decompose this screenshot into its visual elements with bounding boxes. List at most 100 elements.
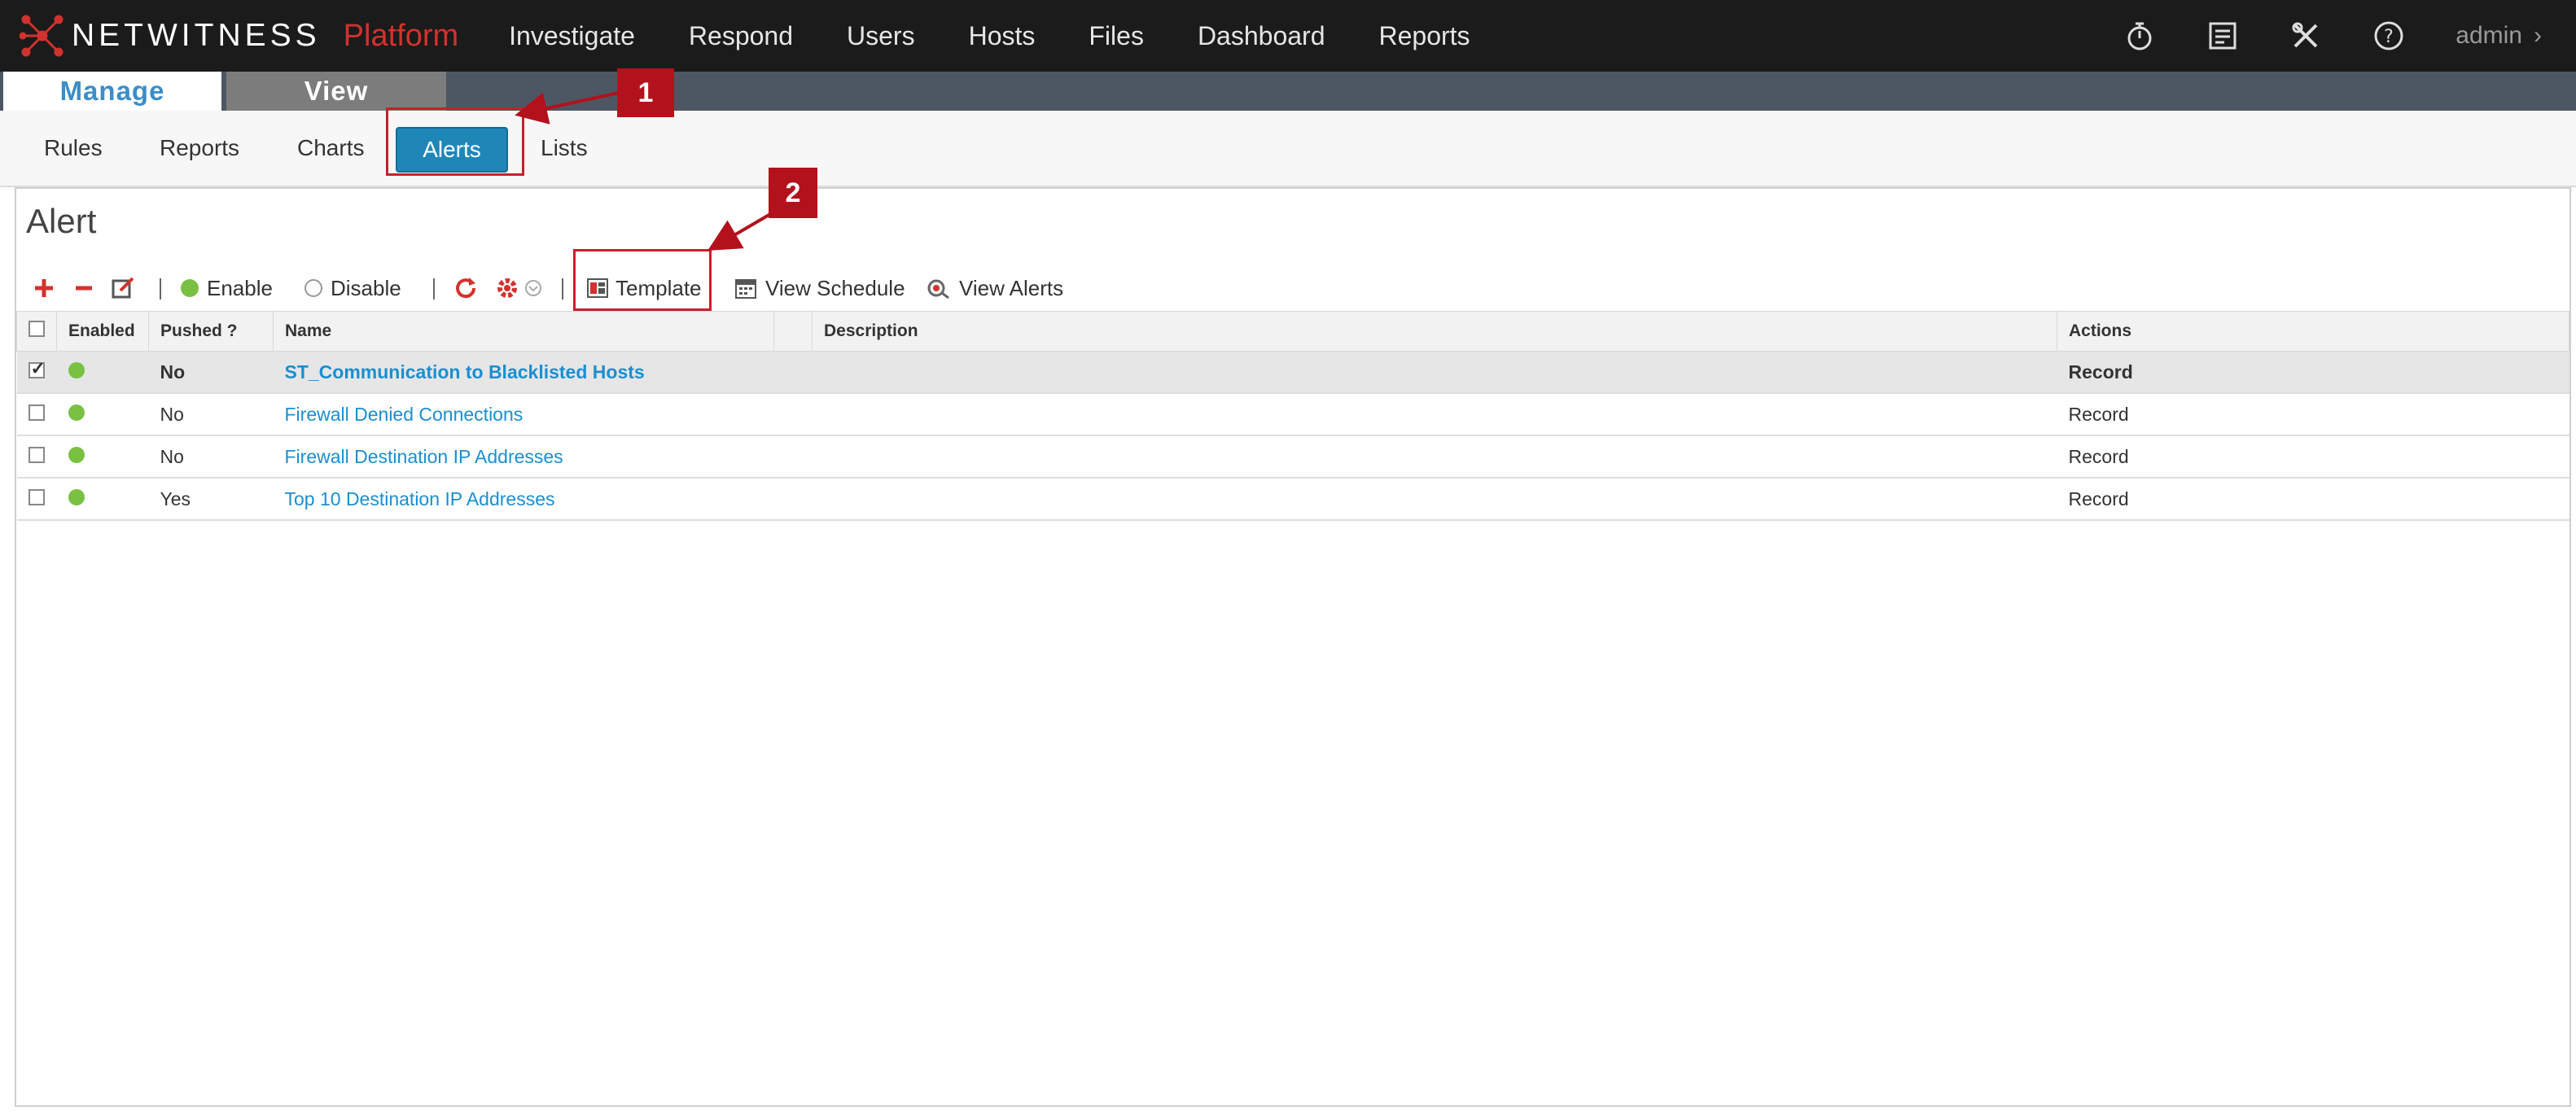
actions-cell: Record bbox=[2057, 478, 2569, 521]
enabled-cell bbox=[56, 435, 149, 479]
table-row[interactable]: No Firewall Destination IP Addresses Rec… bbox=[16, 435, 2569, 479]
toolbar-divider bbox=[160, 278, 161, 300]
name-cell: Firewall Denied Connections bbox=[273, 393, 774, 436]
top-navigation-bar: NETWITNESS Platform Investigate Respond … bbox=[0, 0, 2576, 72]
enabled-status-icon bbox=[68, 361, 85, 378]
logo[interactable]: NETWITNESS Platform bbox=[20, 0, 458, 72]
tab-manage[interactable]: Manage bbox=[3, 72, 221, 111]
callout-badge-2: 2 bbox=[769, 168, 817, 218]
enable-button[interactable]: Enable bbox=[181, 262, 273, 314]
column-header-name[interactable]: Name bbox=[273, 311, 774, 352]
page-title: Alert bbox=[26, 202, 97, 240]
tab-view[interactable]: View bbox=[226, 72, 446, 111]
callout-badge-1: 1 bbox=[617, 68, 674, 117]
refresh-icon[interactable] bbox=[453, 262, 479, 314]
stopwatch-icon[interactable] bbox=[2123, 20, 2156, 52]
alert-name-link[interactable]: Firewall Denied Connections bbox=[285, 404, 524, 425]
dashboard-panel-icon[interactable] bbox=[2206, 20, 2239, 52]
description-cell bbox=[812, 393, 2057, 436]
alert-name-link[interactable]: ST_Communication to Blacklisted Hosts bbox=[285, 361, 645, 383]
alert-name-link[interactable]: Firewall Destination IP Addresses bbox=[285, 446, 563, 467]
row-select-cell bbox=[16, 478, 57, 521]
netwitness-logo-icon bbox=[20, 15, 64, 57]
nav-hosts[interactable]: Hosts bbox=[969, 21, 1036, 51]
table-header-row: Enabled Pushed ? Name Description Action… bbox=[16, 311, 2569, 352]
nav-reports[interactable]: Reports bbox=[1378, 21, 1470, 51]
help-icon[interactable]: ? bbox=[2372, 20, 2405, 52]
add-icon[interactable] bbox=[33, 262, 55, 314]
actions-cell: Record bbox=[2057, 435, 2569, 479]
edit-icon[interactable] bbox=[111, 262, 135, 314]
view-schedule-label: View Schedule bbox=[765, 275, 905, 300]
pushed-cell: No bbox=[148, 393, 274, 436]
view-schedule-button[interactable]: View Schedule bbox=[734, 262, 905, 314]
nav-investigate[interactable]: Investigate bbox=[509, 21, 635, 51]
username: admin bbox=[2456, 22, 2522, 49]
enabled-status-icon bbox=[68, 488, 85, 505]
mode-tab-strip: Manage View bbox=[0, 72, 2576, 111]
svg-text:?: ? bbox=[2384, 27, 2394, 47]
name-cell: Firewall Destination IP Addresses bbox=[273, 435, 774, 479]
subnav-charts[interactable]: Charts bbox=[297, 127, 364, 169]
alert-panel: Alert Enable Disable Template View Sched… bbox=[15, 187, 2571, 1107]
column-header-enabled[interactable]: Enabled bbox=[56, 311, 149, 352]
spacer-cell bbox=[773, 435, 813, 479]
table-row[interactable]: No Firewall Denied Connections Record bbox=[16, 393, 2569, 436]
row-select-cell bbox=[16, 393, 57, 436]
disable-label: Disable bbox=[331, 275, 401, 300]
row-checkbox[interactable] bbox=[28, 446, 45, 463]
row-checkbox[interactable] bbox=[28, 404, 45, 421]
column-header-description[interactable]: Description bbox=[812, 311, 2057, 352]
select-all-checkbox[interactable] bbox=[28, 321, 45, 337]
row-checkbox[interactable] bbox=[28, 488, 45, 505]
select-all-header bbox=[16, 311, 57, 352]
subnav-reports[interactable]: Reports bbox=[160, 127, 239, 169]
product-name: Platform bbox=[343, 18, 459, 53]
view-alerts-icon bbox=[927, 279, 949, 300]
column-header-spacer bbox=[773, 311, 813, 352]
disable-button[interactable]: Disable bbox=[304, 262, 401, 314]
nav-files[interactable]: Files bbox=[1089, 21, 1144, 51]
actions-cell: Record bbox=[2057, 351, 2569, 394]
enabled-cell bbox=[56, 393, 149, 436]
alert-name-link[interactable]: Top 10 Destination IP Addresses bbox=[285, 488, 555, 509]
actions-cell: Record bbox=[2057, 393, 2569, 436]
remove-icon[interactable] bbox=[73, 262, 94, 314]
enable-dot-icon bbox=[181, 279, 199, 297]
column-header-actions[interactable]: Actions bbox=[2057, 311, 2569, 352]
top-right-tools: ? admin › bbox=[2123, 0, 2576, 72]
row-checkbox[interactable] bbox=[28, 358, 46, 379]
table-row[interactable]: No ST_Communication to Blacklisted Hosts… bbox=[16, 351, 2569, 394]
description-cell bbox=[812, 435, 2057, 479]
spacer-cell bbox=[773, 393, 813, 436]
nav-users[interactable]: Users bbox=[847, 21, 915, 51]
enabled-cell bbox=[56, 478, 149, 521]
nav-respond[interactable]: Respond bbox=[689, 21, 793, 51]
column-header-pushed[interactable]: Pushed ? bbox=[148, 311, 274, 352]
settings-gear-icon[interactable] bbox=[495, 262, 519, 314]
view-alerts-label: View Alerts bbox=[959, 275, 1064, 300]
spacer-cell bbox=[773, 351, 813, 394]
tools-icon[interactable] bbox=[2289, 20, 2322, 52]
enabled-cell bbox=[56, 351, 149, 394]
alerts-table: Enabled Pushed ? Name Description Action… bbox=[16, 311, 2569, 521]
toolbar-divider bbox=[562, 278, 563, 300]
row-select-cell bbox=[16, 351, 57, 394]
view-alerts-button[interactable]: View Alerts bbox=[927, 262, 1063, 314]
spacer-cell bbox=[773, 478, 813, 521]
chevron-down-icon[interactable] bbox=[524, 262, 542, 314]
callout-highlight-template bbox=[573, 249, 712, 311]
nav-dashboard[interactable]: Dashboard bbox=[1198, 21, 1325, 51]
pushed-cell: No bbox=[148, 351, 274, 394]
toolbar-divider bbox=[433, 278, 435, 300]
name-cell: ST_Communication to Blacklisted Hosts bbox=[273, 351, 774, 394]
subnav-lists[interactable]: Lists bbox=[541, 127, 588, 169]
user-menu[interactable]: admin › bbox=[2456, 22, 2542, 50]
toolbar: Enable Disable Template View Schedule Vi… bbox=[16, 262, 2569, 314]
table-row[interactable]: Yes Top 10 Destination IP Addresses Reco… bbox=[16, 478, 2569, 521]
pushed-cell: No bbox=[148, 435, 274, 479]
description-cell bbox=[812, 351, 2057, 394]
disable-dot-icon bbox=[304, 279, 322, 297]
chevron-right-icon: › bbox=[2534, 22, 2542, 49]
subnav-rules[interactable]: Rules bbox=[44, 127, 103, 169]
